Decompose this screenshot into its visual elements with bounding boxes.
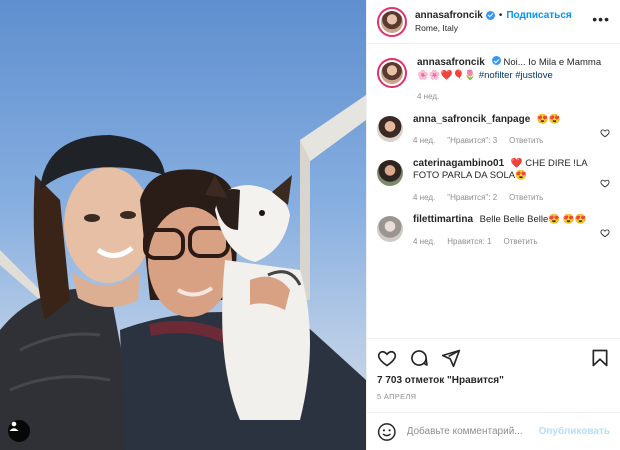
verified-icon xyxy=(485,10,495,20)
instagram-post: annasafroncik • Подписаться Rome, Italy … xyxy=(0,0,620,450)
post-header: annasafroncik • Подписаться Rome, Italy … xyxy=(367,0,620,44)
hashtag-link[interactable]: #justlove xyxy=(515,70,553,81)
author-avatar[interactable] xyxy=(377,6,407,37)
add-comment-bar: Опубликовать xyxy=(367,412,620,450)
separator-dot: • xyxy=(498,9,503,21)
user-tag-button[interactable] xyxy=(8,420,30,442)
heart-icon[interactable] xyxy=(377,348,397,368)
verified-icon xyxy=(491,56,501,65)
reply-button[interactable]: Ответить xyxy=(509,192,543,205)
comment-likes[interactable]: "Нравится": 3 xyxy=(447,135,497,148)
caption: annasafroncik Noi... Io Mila e Mamma 🌸🌸❤… xyxy=(377,56,610,104)
follow-button[interactable]: Подписаться xyxy=(506,9,571,22)
caption-author[interactable]: annasafroncik xyxy=(417,57,485,68)
face-1 xyxy=(64,167,152,283)
comment-icon[interactable] xyxy=(409,348,429,368)
comment-item: filettimartina Belle Belle Belle😍 😍😍 4 н… xyxy=(377,214,610,248)
comment-time[interactable]: 4 нед. xyxy=(413,192,435,205)
commenter-avatar[interactable] xyxy=(377,216,403,242)
bookmark-icon[interactable] xyxy=(590,348,610,368)
comment-username[interactable]: caterinagambino01 xyxy=(413,158,504,169)
post-date[interactable]: 5 апреля xyxy=(377,392,610,401)
more-icon[interactable]: ••• xyxy=(592,11,610,27)
comment-input[interactable] xyxy=(406,426,539,437)
railing-left xyxy=(0,250,40,300)
author-username[interactable]: annasafroncik xyxy=(415,9,483,22)
comment-time[interactable]: 4 нед. xyxy=(413,135,435,148)
heart-icon[interactable] xyxy=(600,218,610,248)
comment-time[interactable]: 4 нед. xyxy=(413,236,435,249)
heart-icon[interactable] xyxy=(600,162,610,205)
hashtag-link[interactable]: #nofilter xyxy=(479,70,513,81)
caption-time[interactable]: 4 нед. xyxy=(417,91,439,104)
publish-button[interactable]: Опубликовать xyxy=(539,426,610,437)
commenter-avatar[interactable] xyxy=(377,159,403,186)
share-icon[interactable] xyxy=(441,348,461,368)
comment-likes[interactable]: "Нравится": 2 xyxy=(447,192,497,205)
author-avatar[interactable] xyxy=(377,58,407,88)
post-photo[interactable] xyxy=(0,0,366,450)
location-link[interactable]: Rome, Italy xyxy=(415,22,592,35)
photo-illustration xyxy=(0,95,366,450)
heart-icon[interactable] xyxy=(600,118,610,148)
comment-text: 😍😍 xyxy=(536,113,561,125)
comment-username[interactable]: anna_safroncik_fanpage xyxy=(413,114,530,125)
comments-list[interactable]: annasafroncik Noi... Io Mila e Mamma 🌸🌸❤… xyxy=(367,44,620,338)
comment-username[interactable]: filettimartina xyxy=(413,214,473,225)
post-side-panel: annasafroncik • Подписаться Rome, Italy … xyxy=(366,0,620,450)
user-tag-icon xyxy=(9,421,19,431)
comment-text: Belle Belle Belle😍 😍😍 xyxy=(479,214,587,225)
emoji-icon[interactable] xyxy=(377,422,397,442)
comment-item: caterinagambino01 ❤️ CHE DIRE !LA FOTO P… xyxy=(377,158,610,205)
comment-likes[interactable]: Нравится: 1 xyxy=(447,236,491,249)
railing-top xyxy=(300,95,366,165)
reply-button[interactable]: Ответить xyxy=(503,236,537,249)
comment-item: anna_safroncik_fanpage 😍😍 4 нед. "Нравит… xyxy=(377,114,610,148)
reply-button[interactable]: Ответить xyxy=(509,135,543,148)
commenter-avatar[interactable] xyxy=(377,115,403,142)
likes-count[interactable]: 7 703 отметок "Нравится" xyxy=(377,375,610,386)
